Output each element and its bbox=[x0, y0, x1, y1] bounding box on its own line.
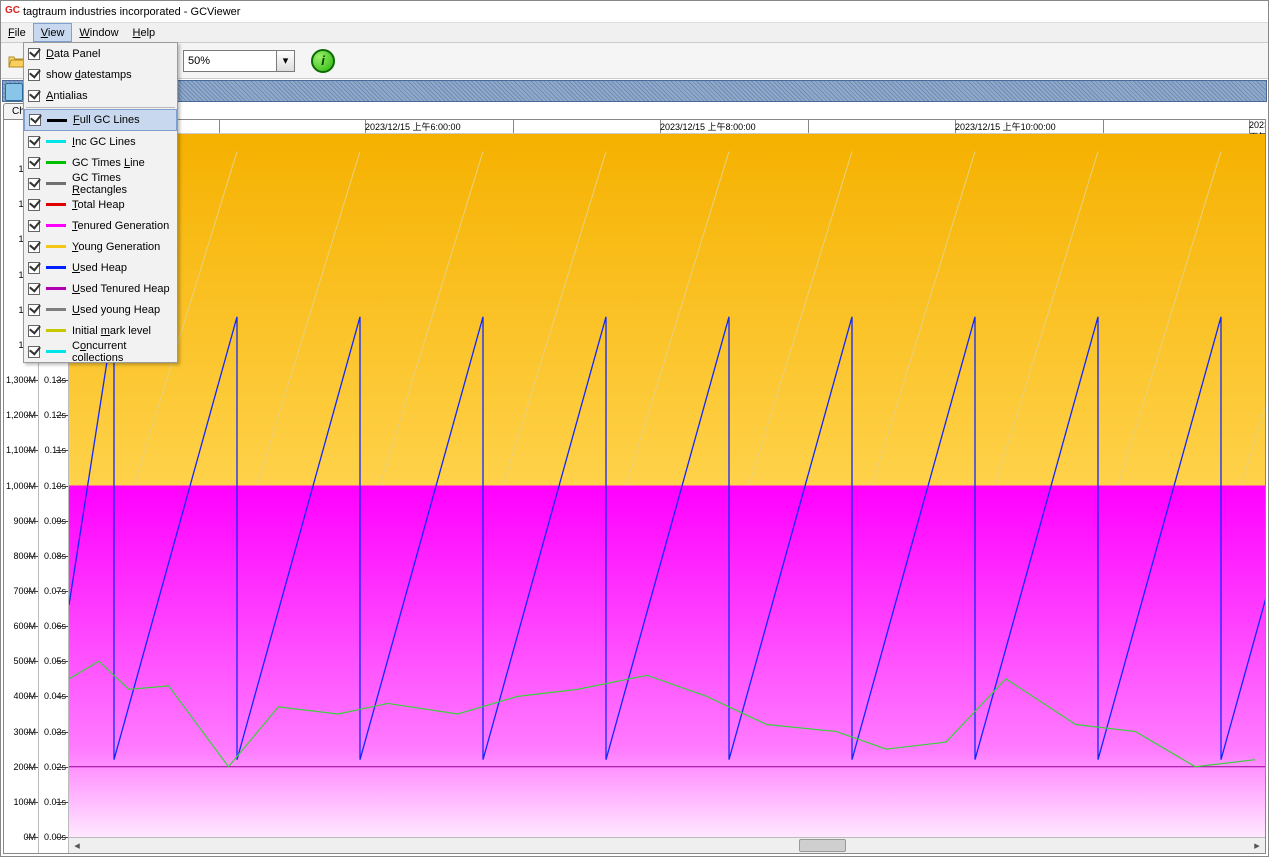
plot[interactable]: 2023/12/15 上午6:00:00 2023/12/15 上午8:00:00… bbox=[69, 120, 1265, 853]
color-swatch bbox=[46, 329, 66, 332]
color-swatch bbox=[46, 182, 66, 185]
window-title: tagtraum industries incorporated - GCVie… bbox=[23, 6, 240, 18]
menu-item-antialias[interactable]: Antialias bbox=[24, 85, 177, 106]
menu-item-total-heap[interactable]: Total Heap bbox=[24, 194, 177, 215]
menu-file[interactable]: File bbox=[1, 23, 33, 42]
color-swatch bbox=[46, 161, 66, 164]
checkbox-icon bbox=[28, 178, 40, 190]
color-swatch bbox=[46, 245, 66, 248]
menu-item-used-heap[interactable]: Used Heap bbox=[24, 257, 177, 278]
checkbox-icon bbox=[28, 346, 40, 358]
checkbox-icon bbox=[28, 199, 40, 211]
color-swatch bbox=[46, 224, 66, 227]
checkbox-icon bbox=[28, 241, 40, 253]
menu-window[interactable]: Window bbox=[72, 23, 125, 42]
checkbox-icon bbox=[28, 262, 40, 274]
toolbar: 50% ▾ i bbox=[1, 43, 1268, 79]
checkbox-icon bbox=[28, 157, 40, 169]
menu-view[interactable]: View bbox=[33, 23, 73, 42]
checkbox-icon bbox=[28, 283, 40, 295]
color-swatch bbox=[46, 140, 66, 143]
menu-item-label: GC Times Rectangles bbox=[72, 172, 173, 196]
menu-item-label: Full GC Lines bbox=[73, 114, 140, 126]
plot-svg bbox=[69, 134, 1265, 837]
menu-item-gc-times-rectangles[interactable]: GC Times Rectangles bbox=[24, 173, 177, 194]
color-swatch bbox=[46, 308, 66, 311]
menu-item-label: Concurrent collections bbox=[72, 340, 173, 364]
checkbox-icon bbox=[29, 114, 41, 126]
menu-item-initial-mark-level[interactable]: Initial mark level bbox=[24, 320, 177, 341]
time-tick-label: 2023/12/15 上午6:00:00 bbox=[365, 120, 461, 133]
menu-help[interactable]: Help bbox=[126, 23, 163, 42]
document-titlebar[interactable] bbox=[2, 80, 1267, 102]
about-button[interactable]: i bbox=[311, 49, 335, 73]
app-window: GC tagtraum industries incorporated - GC… bbox=[0, 0, 1269, 857]
chevron-down-icon[interactable]: ▾ bbox=[276, 51, 294, 71]
menu-item-label: Inc GC Lines bbox=[72, 136, 136, 148]
horizontal-scrollbar[interactable]: ◂ ▸ bbox=[69, 837, 1265, 853]
menu-item-label: Used young Heap bbox=[72, 304, 160, 316]
scroll-left-arrow-icon[interactable]: ◂ bbox=[69, 838, 85, 853]
tab-row: Ch bbox=[1, 103, 1268, 119]
time-tick-label: 2023/12/15 上午10:00:00 bbox=[955, 120, 1056, 133]
checkbox-icon bbox=[28, 220, 40, 232]
menu-item-inc-gc-lines[interactable]: Inc GC Lines bbox=[24, 131, 177, 152]
scroll-right-arrow-icon[interactable]: ▸ bbox=[1249, 838, 1265, 853]
menu-item-gc-times-line[interactable]: GC Times Line bbox=[24, 152, 177, 173]
document-icon bbox=[5, 83, 23, 101]
zoom-combobox[interactable]: 50% ▾ bbox=[183, 50, 295, 72]
zoom-value: 50% bbox=[188, 55, 210, 67]
menu-item-label: Data Panel bbox=[46, 48, 100, 60]
checkbox-icon bbox=[28, 325, 40, 337]
app-logo-icon: GC bbox=[5, 5, 19, 19]
menu-item-label: Tenured Generation bbox=[72, 220, 169, 232]
menu-item-tenured-generation[interactable]: Tenured Generation bbox=[24, 215, 177, 236]
color-swatch bbox=[47, 119, 67, 122]
menu-item-full-gc-lines[interactable]: Full GC Lines bbox=[24, 109, 177, 131]
color-swatch bbox=[46, 287, 66, 290]
checkbox-icon bbox=[28, 136, 40, 148]
checkbox-icon bbox=[28, 48, 40, 60]
checkbox-icon bbox=[28, 69, 40, 81]
titlebar: GC tagtraum industries incorporated - GC… bbox=[1, 1, 1268, 23]
menu-item-concurrent-collections[interactable]: Concurrent collections bbox=[24, 341, 177, 362]
menu-item-used-tenured-heap[interactable]: Used Tenured Heap bbox=[24, 278, 177, 299]
menu-item-label: Antialias bbox=[46, 90, 88, 102]
scrollbar-thumb[interactable] bbox=[799, 839, 847, 852]
color-swatch bbox=[46, 203, 66, 206]
menu-item-show-datestamps[interactable]: show datestamps bbox=[24, 64, 177, 85]
menu-item-label: Initial mark level bbox=[72, 325, 151, 337]
color-swatch bbox=[46, 266, 66, 269]
menu-item-label: show datestamps bbox=[46, 69, 132, 81]
checkbox-icon bbox=[28, 304, 40, 316]
menu-item-young-generation[interactable]: Young Generation bbox=[24, 236, 177, 257]
color-swatch bbox=[46, 350, 66, 353]
menu-item-used-young-heap[interactable]: Used young Heap bbox=[24, 299, 177, 320]
menu-item-label: Young Generation bbox=[72, 241, 160, 253]
menu-item-label: Used Tenured Heap bbox=[72, 283, 170, 295]
time-axis: 2023/12/15 上午6:00:00 2023/12/15 上午8:00:00… bbox=[69, 120, 1265, 134]
time-tick-label: 2023/12/15 上午8:00:00 bbox=[660, 120, 756, 133]
menubar: File View Window Help Data Panelshow dat… bbox=[1, 23, 1268, 43]
chart-area: 0M100M200M300M400M500M600M700M800M900M1,… bbox=[3, 119, 1266, 854]
checkbox-icon bbox=[28, 90, 40, 102]
menu-item-label: Used Heap bbox=[72, 262, 127, 274]
menu-item-label: GC Times Line bbox=[72, 157, 145, 169]
menu-item-data-panel[interactable]: Data Panel bbox=[24, 43, 177, 64]
view-menu-dropdown: Data Panel show datestamps Antialias Full G… bbox=[23, 42, 178, 363]
menu-item-label: Total Heap bbox=[72, 199, 125, 211]
